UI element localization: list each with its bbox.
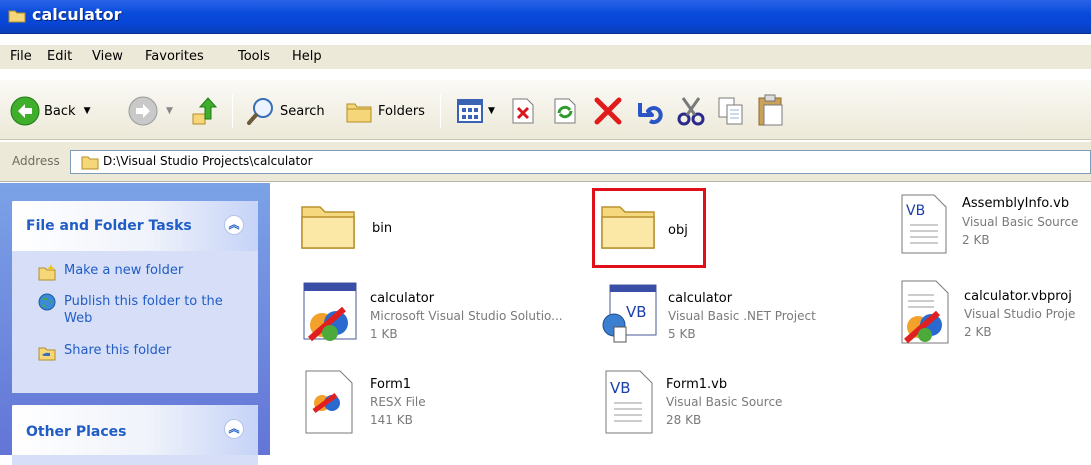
panel-title: File and Folder Tasks (26, 218, 192, 234)
svg-text:VB: VB (906, 203, 925, 219)
paste-icon (758, 94, 783, 126)
menu-edit[interactable]: Edit (47, 49, 72, 64)
vb-file-icon: VB (901, 194, 947, 254)
resx-file-icon (305, 370, 353, 434)
views-button[interactable]: ▼ (456, 97, 495, 125)
menu-view[interactable]: View (92, 49, 123, 64)
panel-header[interactable]: File and Folder Tasks ︽ (12, 201, 258, 251)
panel-title: Other Places (26, 424, 127, 440)
vb-project-icon: VB (602, 284, 657, 343)
file-item-assemblyinfo[interactable]: VB AssemblyInfo.vb Visual Basic Source 2… (900, 193, 1078, 258)
dropdown-arrow-icon: ▼ (488, 106, 495, 116)
other-places-panel: Other Places ︽ (12, 405, 258, 465)
file-item-form1-resx[interactable]: Form1 RESX File 141 KB (304, 369, 426, 438)
delete-button[interactable] (592, 95, 624, 127)
collapse-chevron-icon[interactable]: ︽ (224, 215, 244, 235)
task-make-new-folder[interactable]: Make a new folder (38, 263, 183, 281)
copy-icon (718, 97, 743, 125)
back-button[interactable]: Back ▼ (10, 96, 90, 126)
delete-document-icon (512, 98, 534, 124)
task-pane: File and Folder Tasks ︽ Make a new folde… (0, 183, 270, 465)
search-icon (247, 98, 273, 125)
window-title: calculator (32, 5, 122, 24)
collapse-chevron-icon[interactable]: ︽ (224, 419, 244, 439)
menu-help[interactable]: Help (292, 49, 322, 64)
folder-icon (8, 10, 26, 23)
folder-icon (301, 206, 355, 249)
svg-text:VB: VB (626, 303, 647, 321)
address-input[interactable]: D:\Visual Studio Projects\calculator (70, 150, 1091, 174)
file-item-bin[interactable]: bin (298, 199, 392, 254)
undo-button[interactable] (634, 95, 666, 127)
forward-button[interactable]: ▼ (128, 96, 173, 126)
file-item-calculator-solution[interactable]: calculator Microsoft Visual Studio Solut… (300, 279, 563, 348)
forward-arrow-icon (128, 96, 158, 126)
toolbar-separator (232, 94, 233, 128)
folder-icon (81, 156, 99, 170)
file-item-form1-vb[interactable]: VB Form1.vb Visual Basic Source 28 KB (604, 369, 782, 438)
views-icon (457, 99, 483, 123)
folders-icon (346, 103, 372, 123)
toolbar-separator (440, 94, 441, 128)
file-item-calculator-project[interactable]: VB calculator Visual Basic .NET Project … (600, 283, 816, 348)
vb-file-icon: VB (605, 370, 653, 434)
cut-button[interactable] (676, 95, 708, 127)
delete-file-button[interactable] (510, 97, 536, 125)
menu-file[interactable]: File (10, 49, 32, 64)
copy-button[interactable] (716, 95, 746, 127)
toolbar: Back ▼ ▼ Search Folders ▼ (0, 80, 1091, 140)
menu-favorites[interactable]: Favorites (145, 49, 204, 64)
refresh-button[interactable] (552, 97, 578, 125)
up-arrow-icon (192, 97, 218, 125)
share-folder-icon (38, 347, 56, 361)
file-item-calculator-vbproj[interactable]: calculator.vbproj Visual Studio Proje 2 … (898, 279, 1075, 348)
back-arrow-icon (10, 96, 40, 126)
address-path: D:\Visual Studio Projects\calculator (103, 154, 313, 168)
dropdown-arrow-icon: ▼ (166, 106, 173, 116)
file-folder-tasks-panel: File and Folder Tasks ︽ Make a new folde… (12, 201, 258, 393)
title-bar: calculator (0, 0, 1091, 34)
paste-button[interactable] (756, 93, 786, 127)
search-button[interactable]: Search (246, 96, 325, 126)
refresh-document-icon (554, 98, 576, 124)
panel-header[interactable]: Other Places ︽ (12, 405, 258, 455)
highlight-box (592, 188, 706, 268)
delete-x-icon (594, 97, 622, 125)
task-share-folder[interactable]: Share this folder (38, 343, 171, 361)
up-folder-button[interactable] (190, 94, 220, 126)
globe-icon (38, 293, 56, 311)
folders-button[interactable]: Folders (344, 96, 425, 126)
scissors-icon (677, 97, 705, 126)
menu-tools[interactable]: Tools (238, 49, 270, 64)
svg-text:VB: VB (610, 379, 631, 397)
vs-solution-icon (303, 282, 357, 342)
task-publish-folder[interactable]: Publish this folder to the Web (38, 293, 248, 327)
new-folder-icon (38, 264, 56, 281)
address-bar: Address D:\Visual Studio Projects\calcul… (0, 142, 1091, 182)
menu-bar: File Edit View Favorites Tools Help (0, 45, 1091, 69)
dropdown-arrow-icon: ▼ (83, 106, 91, 116)
undo-icon (638, 103, 663, 125)
vs-project-file-icon (901, 280, 949, 344)
address-label: Address (12, 154, 60, 168)
